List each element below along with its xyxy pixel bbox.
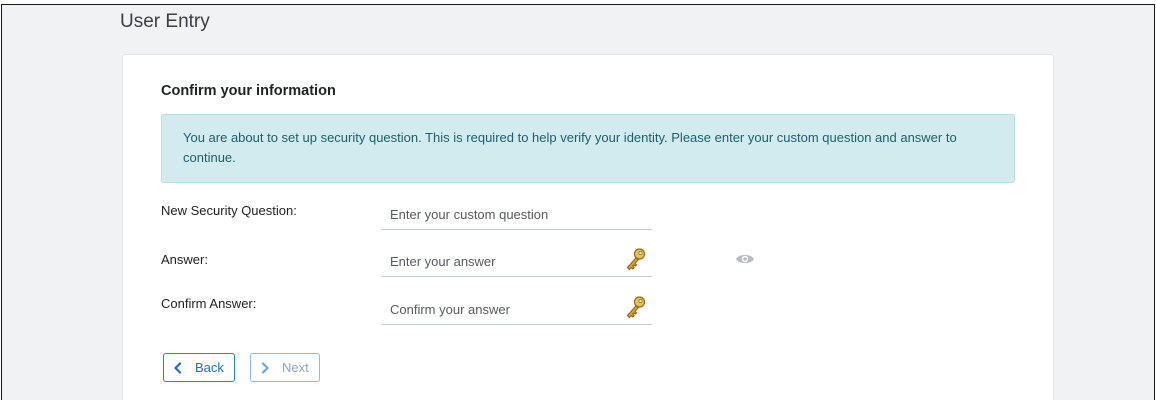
info-alert-text: You are about to set up security questio…	[183, 130, 957, 165]
answer-field	[382, 247, 652, 277]
chevron-left-icon	[174, 361, 182, 374]
key-icon	[626, 248, 646, 271]
confirm-answer-input[interactable]	[390, 302, 610, 317]
key-icon	[626, 296, 646, 319]
chevron-right-icon	[261, 361, 269, 374]
security-question-label: New Security Question:	[161, 203, 297, 218]
eye-icon[interactable]	[735, 252, 755, 266]
security-question-field	[382, 200, 652, 230]
next-button-label: Next	[282, 360, 309, 375]
security-question-input[interactable]	[390, 207, 610, 222]
answer-label: Answer:	[161, 252, 208, 267]
confirm-card: Confirm your information You are about t…	[122, 54, 1054, 400]
back-button-label: Back	[195, 360, 224, 375]
page-title: User Entry	[120, 11, 210, 32]
confirm-answer-field	[382, 295, 652, 325]
card-title: Confirm your information	[161, 83, 336, 99]
app-frame: User Entry Confirm your information You …	[1, 4, 1155, 400]
info-alert: You are about to set up security questio…	[161, 114, 1015, 183]
back-button[interactable]: Back	[163, 353, 235, 382]
confirm-answer-label: Confirm Answer:	[161, 296, 257, 311]
answer-input[interactable]	[390, 254, 610, 269]
next-button[interactable]: Next	[250, 353, 320, 382]
